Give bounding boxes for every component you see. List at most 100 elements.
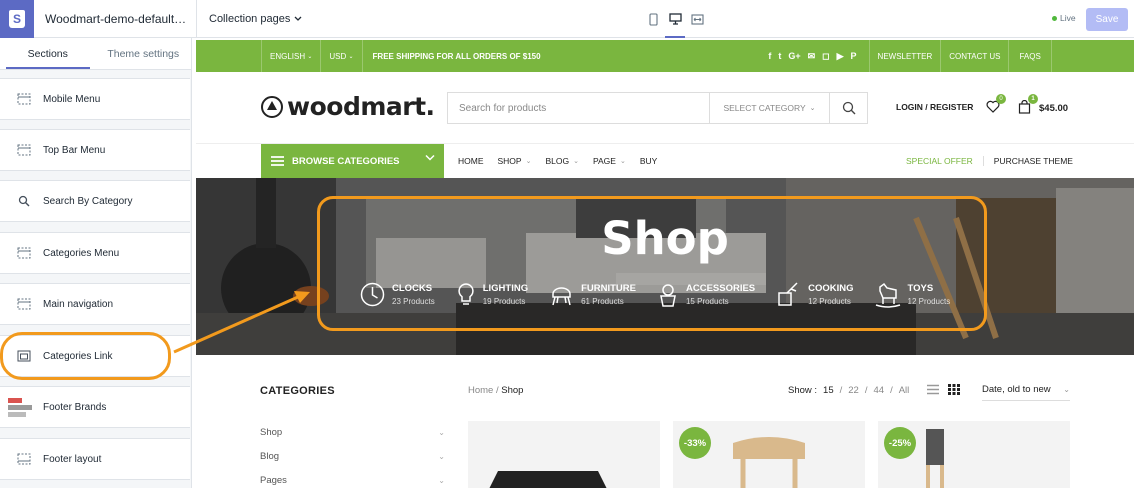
- nav-page[interactable]: PAGE ⌄: [593, 156, 626, 166]
- section-main-navigation[interactable]: Main navigation: [0, 283, 190, 325]
- chevron-down-icon[interactable]: ⌄: [438, 428, 445, 437]
- search-category-select[interactable]: SELECT CATEGORY ⌄: [709, 93, 829, 123]
- newsletter-link[interactable]: NEWSLETTER: [868, 40, 941, 72]
- section-categories-menu[interactable]: Categories Menu: [0, 232, 190, 274]
- section-footer-layout[interactable]: Footer layout: [0, 438, 190, 480]
- section-footer-brands[interactable]: Footer Brands: [0, 386, 190, 428]
- section-label: Mobile Menu: [43, 93, 101, 105]
- nav-label: BLOG: [545, 156, 570, 166]
- currency-select[interactable]: USD ⌄: [320, 40, 363, 72]
- facebook-icon[interactable]: f: [768, 51, 771, 62]
- category-item-pages[interactable]: Pages ⌄: [260, 468, 445, 488]
- mobile-icon: [648, 12, 658, 26]
- chevron-down-icon[interactable]: ⌄: [438, 476, 445, 485]
- divider: [196, 0, 197, 38]
- store-name[interactable]: Woodmart-demo-default-n...: [45, 12, 190, 26]
- browse-categories-button[interactable]: BROWSE CATEGORIES: [261, 144, 444, 178]
- separator: /: [839, 385, 843, 396]
- wishlist-button[interactable]: 0: [986, 94, 1006, 118]
- separator: /: [890, 385, 893, 396]
- expand-icon: [690, 13, 704, 25]
- product-card[interactable]: -33%: [673, 421, 865, 488]
- chevron-down-icon: ⌄: [307, 53, 313, 60]
- sort-select[interactable]: Date, old to new ⌄: [982, 379, 1070, 401]
- instagram-icon[interactable]: ◻: [822, 51, 829, 62]
- section-top-bar-menu[interactable]: Top Bar Menu: [0, 129, 190, 171]
- mobile-view-button[interactable]: [646, 0, 660, 38]
- chevron-down-icon: ⌄: [573, 158, 579, 165]
- search-icon: [16, 195, 31, 207]
- layout-icon: [16, 453, 31, 465]
- save-button[interactable]: Save: [1086, 8, 1128, 31]
- browse-label: BROWSE CATEGORIES: [292, 155, 400, 167]
- product-card[interactable]: [468, 421, 660, 488]
- page-selector[interactable]: Collection pages: [209, 13, 302, 25]
- nav-label: BUY: [639, 156, 658, 166]
- tab-sections[interactable]: Sections: [0, 38, 96, 69]
- layout-icon: [16, 144, 31, 156]
- categories-link-highlight: [317, 196, 987, 331]
- section-mobile-menu[interactable]: Mobile Menu: [0, 78, 190, 120]
- per-page-all[interactable]: All: [899, 385, 910, 396]
- per-page-15[interactable]: 15: [823, 385, 834, 396]
- special-offer-link[interactable]: SPECIAL OFFER: [906, 156, 984, 166]
- chevron-down-icon[interactable]: ⌄: [438, 452, 445, 461]
- section-search-by-category[interactable]: Search By Category: [0, 180, 190, 222]
- category-item-blog[interactable]: Blog ⌄: [260, 444, 445, 468]
- section-label: Footer Brands: [43, 401, 107, 413]
- product-image: [489, 471, 607, 488]
- main-navigation: BROWSE CATEGORIES HOME SHOP ⌄ BLOG ⌄ PAGE ⌄…: [196, 144, 1134, 178]
- search-input[interactable]: Search for products: [448, 103, 709, 114]
- categories-list: Shop ⌄ Blog ⌄ Pages ⌄: [260, 420, 445, 488]
- nav-label: SHOP: [497, 156, 522, 166]
- desktop-view-button[interactable]: [665, 0, 685, 38]
- product-card[interactable]: -25%: [878, 421, 1070, 488]
- per-page-selector: Show : 15 / 22 / 44 / All: [788, 385, 909, 396]
- chevron-down-icon: ⌄: [1063, 385, 1070, 394]
- live-dot: [1052, 15, 1057, 21]
- grid-view-icon[interactable]: [948, 384, 960, 395]
- per-page-22[interactable]: 22: [848, 385, 859, 396]
- login-register-link[interactable]: LOGIN / REGISTER: [896, 102, 973, 112]
- brands-thumbnail: [8, 394, 36, 420]
- email-icon[interactable]: ✉: [808, 51, 816, 62]
- nav-buy[interactable]: BUY: [640, 156, 657, 166]
- twitter-icon[interactable]: t: [778, 51, 781, 62]
- google-plus-icon[interactable]: G+: [788, 51, 800, 62]
- youtube-icon[interactable]: ▶: [837, 51, 844, 62]
- show-label: Show :: [788, 385, 818, 396]
- chevron-down-icon: ⌄: [809, 105, 816, 112]
- breadcrumb-current: Shop: [501, 385, 524, 396]
- nav-links: HOME SHOP ⌄ BLOG ⌄ PAGE ⌄ BUY: [458, 144, 657, 178]
- store-header: woodmart. Search for products SELECT CAT…: [196, 72, 1134, 144]
- language-select[interactable]: ENGLISH ⌄: [261, 40, 320, 72]
- list-view-icon[interactable]: [927, 384, 939, 395]
- nav-label: HOME: [458, 156, 484, 166]
- sale-badge: -33%: [679, 427, 711, 459]
- cart-button[interactable]: 1 $45.00: [1018, 94, 1068, 117]
- nav-blog[interactable]: BLOG ⌄: [545, 156, 579, 166]
- search-icon: [842, 101, 855, 115]
- per-page-44[interactable]: 44: [873, 385, 884, 396]
- pinterest-icon[interactable]: P: [851, 51, 857, 62]
- sidebar-tabs: Sections Theme settings: [0, 38, 191, 70]
- page-selector-label: Collection pages: [209, 12, 291, 25]
- fullscreen-view-button[interactable]: [690, 0, 704, 38]
- category-item-shop[interactable]: Shop ⌄: [260, 420, 445, 444]
- tab-theme-settings[interactable]: Theme settings: [96, 38, 192, 69]
- device-switcher: [646, 0, 704, 38]
- nav-home[interactable]: HOME: [458, 156, 484, 166]
- store-logo[interactable]: woodmart.: [260, 92, 435, 121]
- purchase-theme-link[interactable]: PURCHASE THEME: [984, 156, 1073, 166]
- contact-us-link[interactable]: CONTACT US: [940, 40, 1008, 72]
- faqs-link[interactable]: FAQS: [1008, 40, 1052, 72]
- breadcrumb-home[interactable]: Home: [468, 385, 493, 396]
- search-button[interactable]: [829, 93, 867, 123]
- shopify-logo[interactable]: S: [0, 0, 34, 38]
- nav-shop[interactable]: SHOP ⌄: [498, 156, 532, 166]
- section-label: Categories Menu: [43, 247, 120, 259]
- promo-text: FREE SHIPPING FOR ALL ORDERS OF $150: [372, 51, 541, 61]
- layout-icon: [16, 247, 31, 259]
- nav-label: PAGE: [592, 156, 616, 166]
- brand-name: woodmart.: [287, 92, 435, 121]
